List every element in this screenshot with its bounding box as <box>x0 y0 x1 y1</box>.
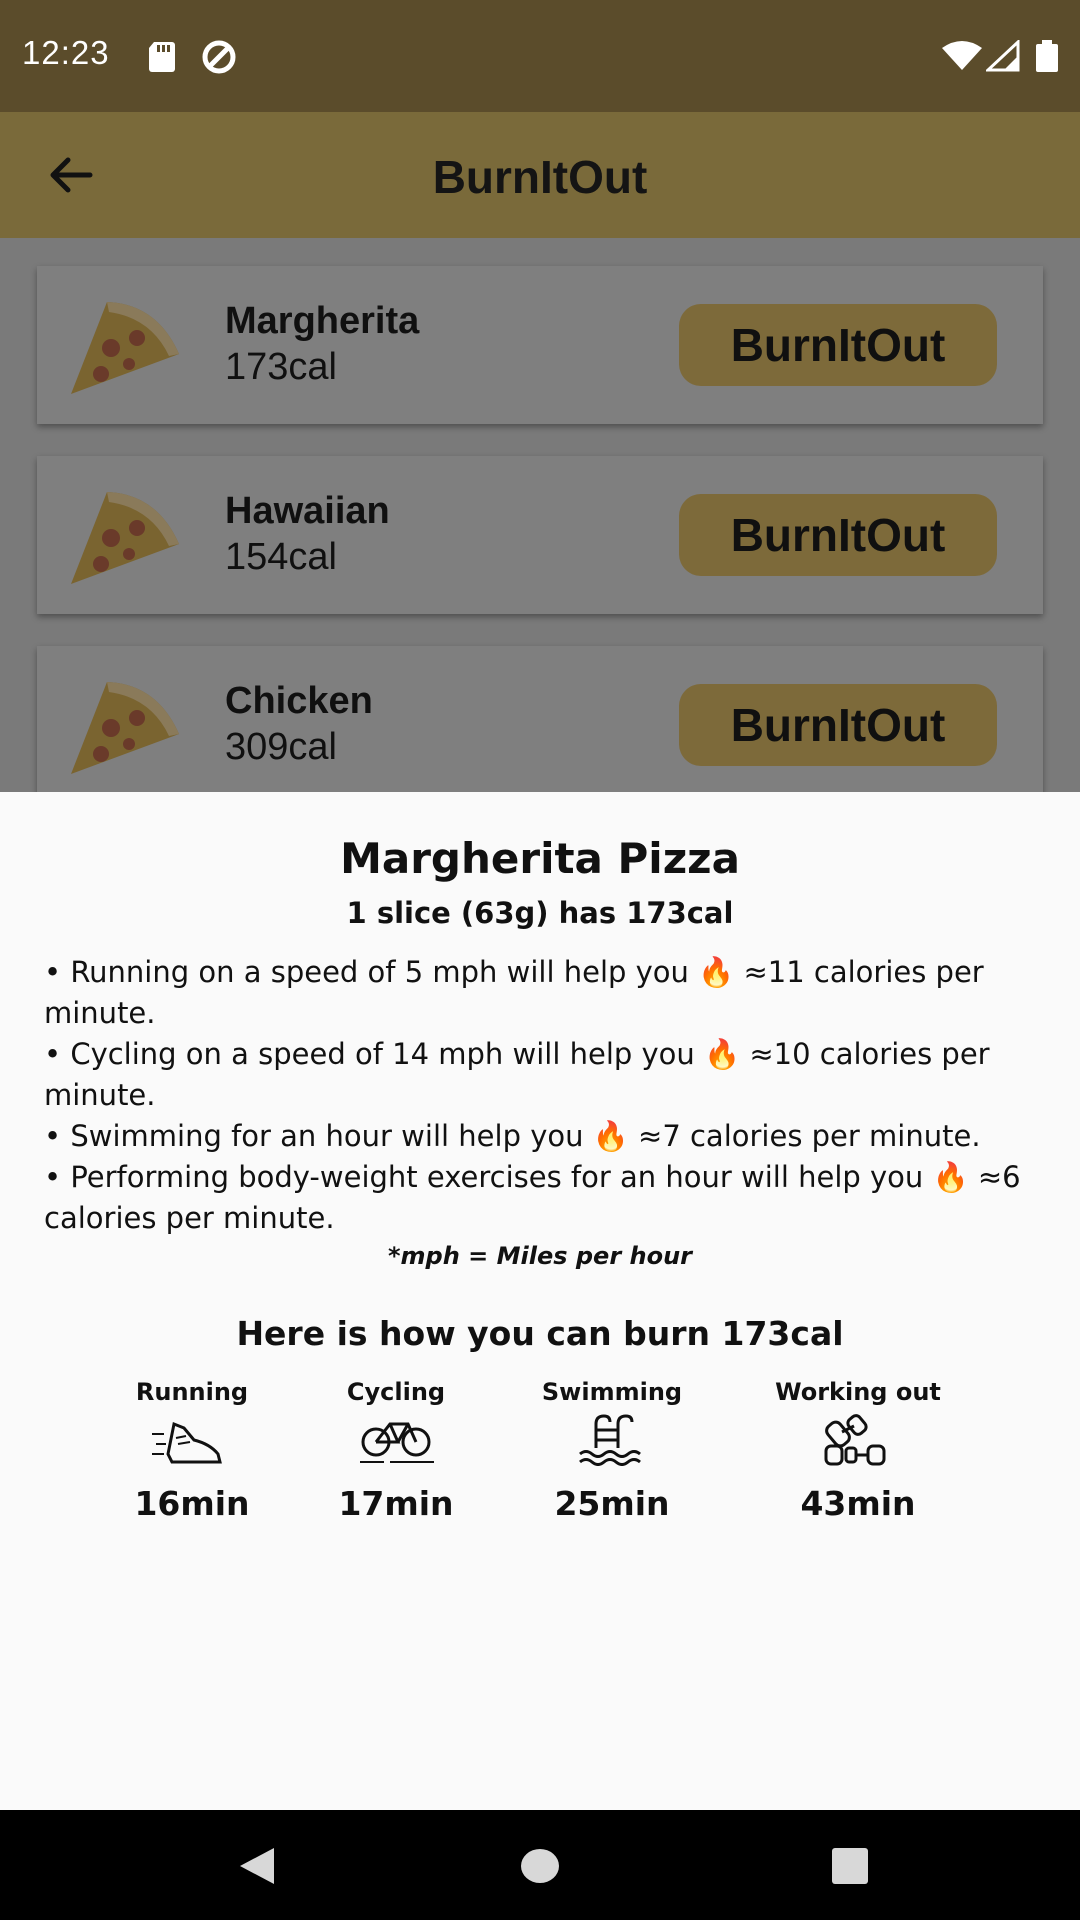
food-calories: 173cal <box>225 346 337 388</box>
burn-rate-item: • Swimming for an hour will help you 🔥 ≈… <box>44 1119 981 1153</box>
food-list: Margherita 173cal BurnItOut Hawaiian 154… <box>0 238 1080 792</box>
bicycle-icon <box>360 1422 434 1463</box>
food-card[interactable]: Margherita 173cal BurnItOut <box>37 266 1043 424</box>
pool-ladder-icon <box>579 1414 641 1466</box>
activity-label: Cycling <box>346 1378 446 1406</box>
food-card[interactable]: Chicken 309cal BurnItOut <box>37 646 1043 792</box>
activity-duration: 17min <box>338 1484 454 1523</box>
sheet-subtitle: 1 slice (63g) has 173cal <box>346 896 734 930</box>
activity-working-out: Working out 43min <box>758 1378 958 1523</box>
burn-rate-item: • Cycling on a speed of 14 mph will help… <box>44 1037 990 1112</box>
burn-rate-list: • Running on a speed of 5 mph will help … <box>44 952 1044 1239</box>
status-time: 12:23 <box>22 34 110 71</box>
burnitout-button[interactable]: BurnItOut <box>679 304 997 386</box>
activity-label: Swimming <box>541 1378 683 1406</box>
food-card[interactable]: Hawaiian 154cal BurnItOut <box>37 456 1043 614</box>
pizza-slice-icon <box>71 302 179 394</box>
app-bar: BurnItOut <box>0 112 1080 238</box>
food-name: Margherita <box>225 300 420 342</box>
activity-running: Running 16min <box>92 1378 292 1523</box>
nav-recents-icon[interactable] <box>830 1846 870 1886</box>
activity-duration: 25min <box>554 1484 670 1523</box>
dumbbell-icon <box>824 1414 886 1466</box>
battery-icon <box>1036 40 1058 72</box>
sheet-title: Margherita Pizza <box>340 834 740 883</box>
burn-rate-item: • Running on a speed of 5 mph will help … <box>44 955 984 1030</box>
navigation-bar <box>0 1810 1080 1920</box>
burn-heading: Here is how you can burn 173cal <box>236 1314 844 1353</box>
burn-rate-item: • Performing body-weight exercises for a… <box>44 1160 1021 1235</box>
activity-label: Working out <box>775 1378 941 1406</box>
activity-duration: 16min <box>134 1484 250 1523</box>
food-calories: 309cal <box>225 726 337 768</box>
sd-card-icon <box>149 42 175 72</box>
app-title: BurnItOut <box>432 151 648 203</box>
data-saver-icon <box>202 40 236 74</box>
burnitout-button[interactable]: BurnItOut <box>679 684 997 766</box>
food-calories: 154cal <box>225 536 337 578</box>
wifi-icon <box>942 41 982 70</box>
running-shoe-icon <box>152 1421 222 1464</box>
pizza-slice-icon <box>71 492 179 584</box>
bottom-sheet: Margherita Pizza 1 slice (63g) has 173ca… <box>0 792 1080 1810</box>
mph-note: *mph = Miles per hour <box>387 1242 693 1270</box>
nav-home-icon[interactable] <box>520 1846 560 1886</box>
status-bar: 12:23 <box>0 0 1080 112</box>
activity-swimming: Swimming 25min <box>512 1378 712 1523</box>
food-name: Hawaiian <box>225 490 390 532</box>
cell-signal-icon <box>986 40 1020 72</box>
activity-cycling: Cycling 17min <box>296 1378 496 1523</box>
burnitout-button[interactable]: BurnItOut <box>679 494 997 576</box>
food-name: Chicken <box>225 680 373 722</box>
pizza-slice-icon <box>71 682 179 774</box>
activity-duration: 43min <box>800 1484 916 1523</box>
activity-label: Running <box>135 1378 249 1406</box>
nav-back-icon[interactable] <box>236 1846 276 1886</box>
